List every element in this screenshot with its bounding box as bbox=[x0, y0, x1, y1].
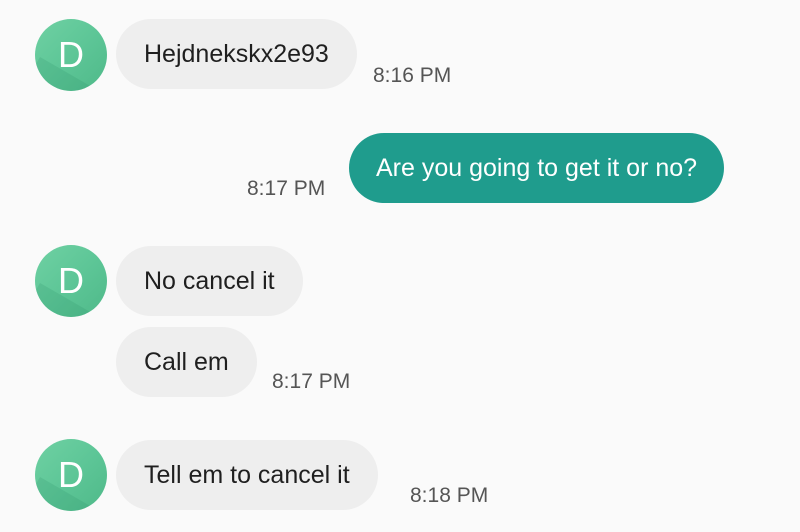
avatar-initial: D bbox=[58, 34, 84, 75]
message-timestamp: 8:17 PM bbox=[247, 177, 326, 200]
incoming-message-bubble[interactable]: Call em bbox=[116, 327, 257, 397]
contact-avatar[interactable]: D bbox=[35, 19, 107, 91]
message-timestamp: 8:18 PM bbox=[410, 484, 489, 507]
incoming-message-bubble[interactable]: No cancel it bbox=[116, 246, 303, 316]
message-thread: D Hejdnekskx2e93 8:16 PM 8:17 PM Are you… bbox=[0, 0, 800, 532]
outgoing-message-bubble[interactable]: Are you going to get it or no? bbox=[349, 133, 725, 203]
avatar-initial: D bbox=[58, 260, 84, 301]
message-timestamp: 8:16 PM bbox=[373, 64, 452, 87]
incoming-message-bubble[interactable]: Tell em to cancel it bbox=[116, 440, 378, 510]
incoming-message-bubble[interactable]: Hejdnekskx2e93 bbox=[116, 19, 357, 89]
contact-avatar[interactable]: D bbox=[35, 245, 107, 317]
message-timestamp: 8:17 PM bbox=[272, 370, 351, 393]
avatar-initial: D bbox=[58, 454, 84, 495]
contact-avatar[interactable]: D bbox=[35, 439, 107, 511]
